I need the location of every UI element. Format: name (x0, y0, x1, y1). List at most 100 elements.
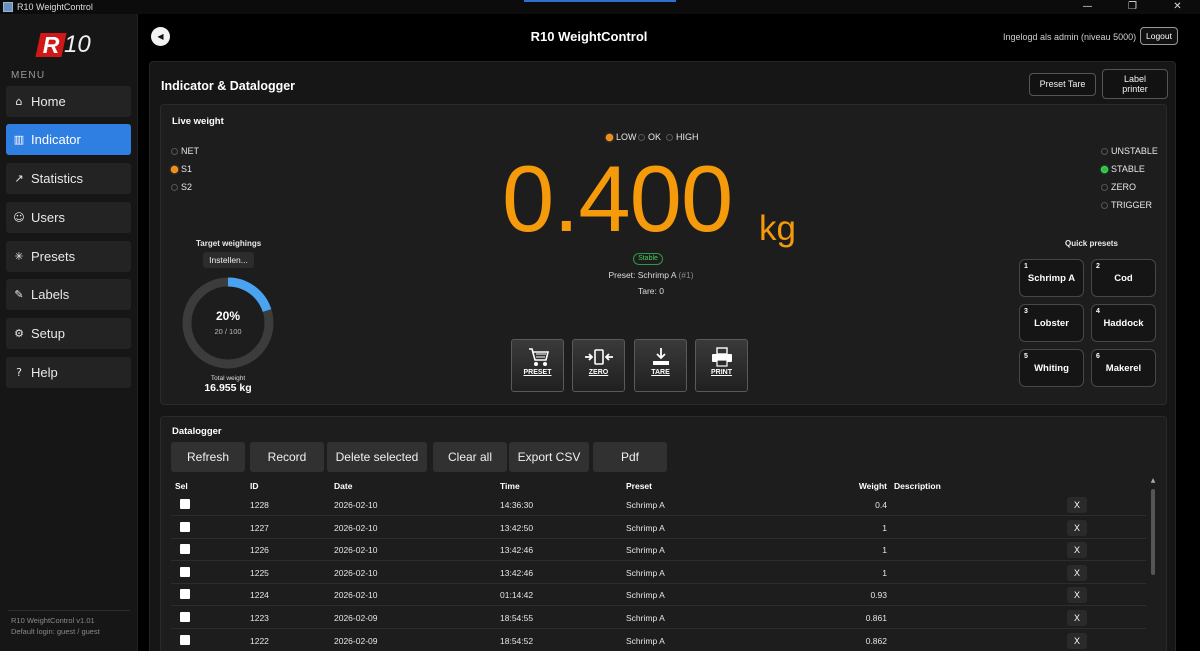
mode-option-s1[interactable]: S1 (171, 164, 192, 174)
target-settings-button[interactable]: Instellen... (203, 252, 254, 268)
minimize-icon[interactable]: — (1065, 0, 1110, 14)
live-weight-card: Live weight NET S1 S2 LOW OK HIGH UNSTABLE ST… (160, 104, 1167, 405)
status-option-unstable[interactable]: UNSTABLE (1101, 146, 1158, 156)
row-select-checkbox[interactable] (180, 499, 190, 509)
status-option-zero[interactable]: ZERO (1101, 182, 1136, 192)
scrollbar-thumb[interactable] (1151, 489, 1155, 575)
cell-time: 18:54:55 (500, 613, 534, 623)
radio-indicator (666, 133, 673, 141)
sidebar-item-setup[interactable]: ⚙ Setup (6, 318, 131, 349)
delete-row-button[interactable]: X (1067, 497, 1087, 513)
quick-preset-lobster[interactable]: 3 Lobster (1019, 304, 1084, 342)
table-row[interactable]: 1224 2026-02-10 01:14:42 Schrimp A 0.93 X (171, 584, 1146, 607)
sidebar-item-label: Help (31, 365, 58, 380)
cell-preset: Schrimp A (626, 567, 665, 578)
table-row[interactable]: 1225 2026-02-10 13:42:46 Schrimp A 1 X (171, 562, 1146, 584)
preset-tare-button[interactable]: Preset Tare (1029, 73, 1096, 96)
status-option-stable[interactable]: STABLE (1101, 164, 1145, 174)
row-select-checkbox[interactable] (180, 521, 190, 532)
weight-unit: kg (759, 209, 796, 248)
delete-row-button[interactable]: X (1067, 610, 1087, 626)
row-select-checkbox[interactable] (180, 634, 190, 645)
row-select-checkbox[interactable] (180, 589, 190, 600)
scroll-up-icon[interactable]: ▲ (1149, 477, 1157, 485)
version-text: R10 WeightControl v1.01 (11, 616, 95, 625)
tare-action-label: TARE (651, 369, 670, 376)
main-header: ◀ R10 WeightControl Ingelogd als admin (… (139, 14, 1200, 60)
radio-label: HIGH (676, 132, 699, 142)
quick-preset-label: Schrimp A (1027, 273, 1076, 284)
titlebar-accent (524, 0, 676, 2)
sidebar-item-label: Presets (31, 249, 76, 264)
sidebar-item-indicator[interactable]: ▥ Indicator (6, 124, 131, 155)
cell-weight: 0.4 (875, 500, 887, 510)
delete-row-button[interactable]: X (1067, 587, 1087, 604)
close-icon[interactable]: ✕ (1155, 0, 1200, 14)
row-select-checkbox[interactable] (180, 566, 190, 577)
quick-preset-number: 4 (1096, 308, 1100, 315)
help-icon: ? (16, 366, 22, 379)
sidebar-item-labels[interactable]: ✎ Labels (6, 279, 131, 310)
delete-row-button[interactable]: X (1067, 519, 1087, 536)
quick-preset-schrimp-a[interactable]: 1 Schrimp A (1019, 259, 1084, 297)
sidebar-item-label: Users (31, 210, 65, 225)
cell-weight: 0.93 (870, 590, 887, 601)
table-row[interactable]: 1222 2026-02-09 18:54:52 Schrimp A 0.862 X (171, 630, 1146, 651)
sidebar-item-users[interactable]: ☺ Users (6, 202, 131, 233)
pdf-button[interactable]: Pdf (593, 442, 667, 472)
table-row[interactable]: 1227 2026-02-10 13:42:50 Schrimp A 1 X (171, 517, 1146, 539)
quick-preset-makerel[interactable]: 6 Makerel (1091, 349, 1156, 387)
cell-date: 2026-02-10 (334, 500, 378, 510)
radio-indicator (606, 133, 613, 141)
sidebar-item-statistics[interactable]: ↗ Statistics (6, 163, 131, 194)
quick-preset-whiting[interactable]: 5 Whiting (1019, 349, 1084, 387)
refresh-button[interactable]: Refresh (171, 442, 245, 472)
sidebar-item-label: Statistics (31, 171, 84, 186)
cell-time: 14:36:30 (500, 500, 534, 510)
sidebar: R 10 MENU ⌂ Home ▥ Indicator ↗ Statistics ☺ Use… (0, 14, 138, 651)
preset-action-button[interactable]: PRESET (511, 339, 564, 392)
row-select-checkbox[interactable] (180, 612, 190, 622)
zero-action-button[interactable]: ZERO (572, 339, 625, 392)
column-header-sel: Sel (175, 481, 188, 491)
table-row[interactable]: 1228 2026-02-10 14:36:30 Schrimp A 0.4 X (171, 494, 1146, 516)
delete-selected-button[interactable]: Delete selected (327, 442, 427, 472)
table-row[interactable]: 1226 2026-02-10 13:42:46 Schrimp A 1 X (171, 539, 1146, 562)
sidebar-item-home[interactable]: ⌂ Home (6, 86, 131, 117)
sidebar-item-help[interactable]: ? Help (6, 357, 131, 388)
total-weight-value: 16.955 kg (204, 382, 252, 394)
record-button[interactable]: Record (250, 442, 324, 472)
column-header-preset: Preset (626, 481, 652, 491)
export-csv-button[interactable]: Export CSV (509, 442, 589, 472)
quick-presets-title: Quick presets (1065, 239, 1118, 248)
quick-preset-haddock[interactable]: 4 Haddock (1091, 304, 1156, 342)
delete-row-button[interactable]: X (1067, 632, 1087, 649)
clear-all-button[interactable]: Clear all (433, 442, 507, 472)
target-progress-ring (182, 277, 274, 369)
sidebar-item-label: Setup (31, 326, 65, 341)
tare-action-button[interactable]: TARE (634, 339, 687, 392)
tare-value: Tare: 0 (638, 286, 664, 296)
limit-option-ok[interactable]: OK (638, 132, 661, 142)
quick-preset-cod[interactable]: 2 Cod (1091, 259, 1156, 297)
maximize-icon[interactable]: ❐ (1110, 0, 1155, 14)
sparkle-icon: ✳ (14, 250, 24, 263)
logout-button[interactable]: Logout (1140, 27, 1178, 45)
row-select-checkbox[interactable] (180, 544, 190, 555)
table-row[interactable]: 1223 2026-02-09 18:54:55 Schrimp A 0.861 X (171, 607, 1146, 629)
print-action-button[interactable]: PRINT (695, 339, 748, 392)
column-header-description: Description (894, 481, 941, 491)
limit-option-low[interactable]: LOW (606, 132, 637, 142)
delete-row-button[interactable]: X (1067, 542, 1087, 559)
window-titlebar: R10 WeightControl — ❐ ✕ (0, 0, 1200, 14)
app-title: R10 WeightControl (530, 29, 648, 44)
limit-option-high[interactable]: HIGH (666, 132, 699, 142)
delete-row-button[interactable]: X (1067, 564, 1087, 581)
target-percent: 20% (215, 309, 241, 323)
label-printer-button[interactable]: Label printer (1102, 69, 1168, 99)
sidebar-item-presets[interactable]: ✳ Presets (6, 241, 131, 272)
preset-action-label: PRESET (523, 369, 552, 376)
status-option-trigger[interactable]: TRIGGER (1101, 200, 1152, 210)
mode-option-net[interactable]: NET (171, 146, 199, 156)
mode-option-s2[interactable]: S2 (171, 182, 192, 192)
